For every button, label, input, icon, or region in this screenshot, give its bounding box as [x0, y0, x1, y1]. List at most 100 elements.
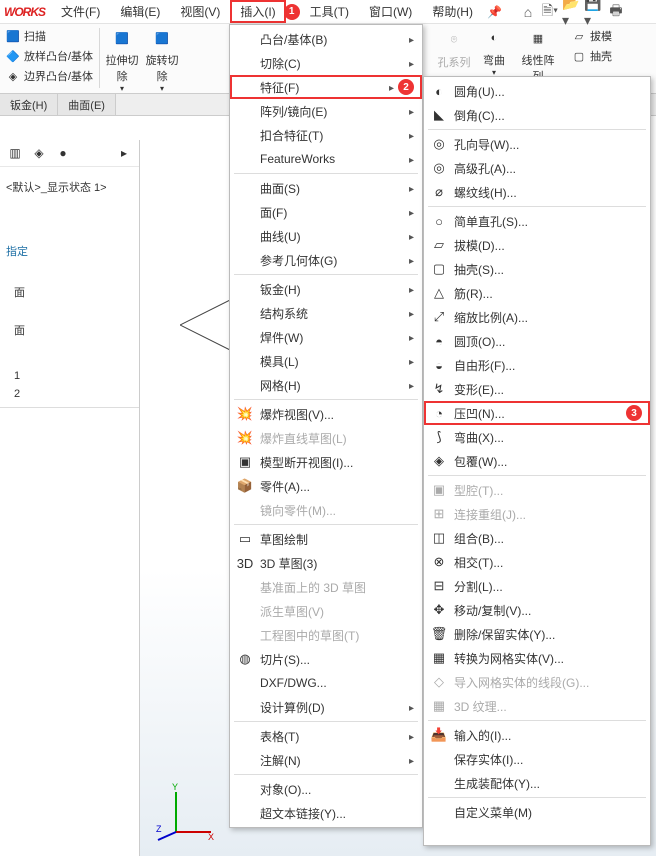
feature-menu-item-1[interactable]: ◣倒角(C)...	[424, 103, 650, 127]
ribbon-extrude-cut[interactable]: 🟦拉伸切除▾	[102, 24, 142, 93]
insert-menu-item-31[interactable]: 设计算例(D)	[230, 695, 422, 719]
insert-menu-item-28: 工程图中的草图(T)	[230, 623, 422, 647]
insert-menu-item-1[interactable]: 切除(C)	[230, 51, 422, 75]
feature-menu-item-12[interactable]: ◓圆顶(O)...	[424, 329, 650, 353]
insert-menu-item-36[interactable]: 对象(O)...	[230, 777, 422, 801]
insert-menu-item-12[interactable]: 钣金(H)	[230, 277, 422, 301]
menu-insert[interactable]: 插入(I)	[230, 0, 285, 23]
insert-menu-item-18[interactable]: 💥爆炸视图(V)...	[230, 402, 422, 426]
tree-tab-icon[interactable]: ▥	[6, 144, 24, 162]
tab-surface[interactable]: 曲面(E)	[58, 94, 116, 115]
insert-menu-item-21[interactable]: 📦零件(A)...	[230, 474, 422, 498]
feature-menu-item-25[interactable]: 🗑删除/保留实体(Y)...	[424, 622, 650, 646]
feature-menu-item-8[interactable]: ▱拔模(D)...	[424, 233, 650, 257]
feature-menu-item-21[interactable]: ◫组合(B)...	[424, 526, 650, 550]
chevron-right-icon	[401, 700, 414, 714]
insert-menu-item-20[interactable]: ▣模型断开视图(I)...	[230, 450, 422, 474]
print-icon[interactable]: 🖶	[606, 2, 626, 22]
menu-insert-label: 插入(I)	[240, 5, 275, 19]
save-icon[interactable]: 💾▾	[584, 2, 604, 22]
feature-menu-item-15[interactable]: ◔压凹(N)...3	[424, 401, 650, 425]
menu-tools[interactable]: 工具(T)	[300, 0, 359, 23]
insert-menu-item-29[interactable]: ◍切片(S)...	[230, 647, 422, 671]
insert-menu-item-3[interactable]: 阵列/镜向(E)	[230, 99, 422, 123]
feature-menu-item-9[interactable]: ▢抽壳(S)...	[424, 257, 650, 281]
feature-menu-item-3[interactable]: ◎孔向导(W)...	[424, 132, 650, 156]
menu-edit[interactable]: 编辑(E)	[110, 0, 170, 23]
insert-menu-item-28-label: 工程图中的草图(T)	[260, 627, 414, 644]
feature-menu-item-10[interactable]: △筋(R)...	[424, 281, 650, 305]
ribbon-scan[interactable]: 🟦扫描	[4, 26, 93, 46]
insert-menu-item-15[interactable]: 模具(L)	[230, 349, 422, 373]
ribbon-loft[interactable]: 🔷放样凸台/基体	[4, 46, 93, 66]
feature-menu-item-11[interactable]: ⤢缩放比例(A)...	[424, 305, 650, 329]
feature-menu-item-24[interactable]: ✥移动/复制(V)...	[424, 598, 650, 622]
insert-menu-item-16[interactable]: 网格(H)	[230, 373, 422, 397]
insert-menu-item-8[interactable]: 面(F)	[230, 200, 422, 224]
insert-menu-item-24[interactable]: ▭草图绘制	[230, 527, 422, 551]
chevron-right-icon	[401, 330, 414, 344]
insert-menu-item-0[interactable]: 凸台/基体(B)	[230, 27, 422, 51]
display-state[interactable]: <默认>_显示状态 1>	[0, 175, 139, 199]
feature-menu-item-23[interactable]: ⊟分割(L)...	[424, 574, 650, 598]
insert-menu-item-29-label: 切片(S)...	[260, 651, 414, 668]
insert-menu-item-4[interactable]: 扣合特征(T)	[230, 123, 422, 147]
menu-help[interactable]: 帮助(H)	[422, 0, 483, 23]
feature-menu-item-4[interactable]: ◎高级孔(A)...	[424, 156, 650, 180]
insert-menu-item-25[interactable]: 3D3D 草图(3)	[230, 551, 422, 575]
ribbon-revolve-cut[interactable]: 🟦旋转切除▾	[142, 24, 182, 93]
feature-menu-item-7[interactable]: ○简单直孔(S)...	[424, 209, 650, 233]
insert-menu-item-16-label: 网格(H)	[260, 377, 401, 394]
feature-menu-item-31[interactable]: 保存实体(I)...	[424, 747, 650, 771]
insert-menu-item-2[interactable]: 特征(F)2	[230, 75, 422, 99]
feature-menu-item-30[interactable]: 📥输入的(I)...	[424, 723, 650, 747]
tree-surface-1[interactable]: 面	[0, 281, 139, 303]
insert-menu-item-7[interactable]: 曲面(S)	[230, 176, 422, 200]
ribbon-shell[interactable]: ▢抽壳	[570, 46, 612, 66]
insert-menu-item-31-icon	[234, 697, 256, 717]
pin-icon[interactable]: 📌	[487, 5, 502, 19]
insert-menu-item-30[interactable]: DXF/DWG...	[230, 671, 422, 695]
feature-menu-item-32[interactable]: 生成装配体(Y)...	[424, 771, 650, 795]
feature-submenu: ◐圆角(U)...◣倒角(C)... ◎孔向导(W)...◎高级孔(A)...⌀螺…	[423, 76, 651, 846]
insert-menu-item-5-icon	[234, 149, 256, 169]
insert-menu-item-31-label: 设计算例(D)	[260, 699, 401, 716]
ribbon-draft[interactable]: ▱拔模	[570, 26, 612, 46]
feature-menu-item-17[interactable]: ◈包覆(W)...	[424, 449, 650, 473]
feature-menu-item-22[interactable]: ⊗相交(T)...	[424, 550, 650, 574]
menu-view[interactable]: 视图(V)	[170, 0, 230, 23]
tree-item-1[interactable]: 1	[0, 367, 139, 385]
menu-window[interactable]: 窗口(W)	[359, 0, 422, 23]
menu-file[interactable]: 文件(F)	[51, 0, 110, 23]
ribbon-wrap[interactable]: ◐弯曲▾	[474, 24, 514, 77]
config-tab-icon[interactable]: ◈	[30, 144, 48, 162]
insert-menu-item-5[interactable]: FeatureWorks	[230, 147, 422, 171]
feature-menu-item-13[interactable]: ◒自由形(F)...	[424, 353, 650, 377]
tab-sheetmetal[interactable]: 钣金(H)	[0, 94, 58, 115]
insert-menu-item-9[interactable]: 曲线(U)	[230, 224, 422, 248]
ribbon-boundary-label: 边界凸台/基体	[24, 68, 93, 84]
home-icon[interactable]: ⌂	[518, 2, 538, 22]
tree-surface-2[interactable]: 面	[0, 319, 139, 341]
insert-menu-item-37[interactable]: 超文本链接(Y)...	[230, 801, 422, 825]
new-icon[interactable]: 🗎▾	[540, 2, 560, 22]
feature-menu-item-14[interactable]: ↯变形(E)...	[424, 377, 650, 401]
insert-menu-item-34[interactable]: 注解(N)	[230, 748, 422, 772]
open-icon[interactable]: 📂▾	[562, 2, 582, 22]
chevron-right-icon	[401, 229, 414, 243]
tree-item-2[interactable]: 2	[0, 385, 139, 403]
insert-menu-item-14[interactable]: 焊件(W)	[230, 325, 422, 349]
feature-menu-item-16[interactable]: ⟆弯曲(X)...	[424, 425, 650, 449]
appearance-tab-icon[interactable]: ●	[54, 144, 72, 162]
insert-menu-item-22-label: 镜向零件(M)...	[260, 502, 414, 519]
ribbon-boundary[interactable]: ◈边界凸台/基体	[4, 66, 93, 86]
insert-menu-item-33[interactable]: 表格(T)	[230, 724, 422, 748]
feature-menu-item-0[interactable]: ◐圆角(U)...	[424, 79, 650, 103]
flyout-icon[interactable]: ▸	[115, 144, 133, 162]
insert-menu-item-10[interactable]: 参考几何体(G)	[230, 248, 422, 272]
feature-menu-item-34[interactable]: 自定义菜单(M)	[424, 800, 650, 824]
insert-menu-item-13[interactable]: 结构系统	[230, 301, 422, 325]
feature-menu-item-26[interactable]: ▦转换为网格实体(V)...	[424, 646, 650, 670]
feature-menu-item-5[interactable]: ⌀螺纹线(H)...	[424, 180, 650, 204]
chevron-right-icon	[401, 354, 414, 368]
